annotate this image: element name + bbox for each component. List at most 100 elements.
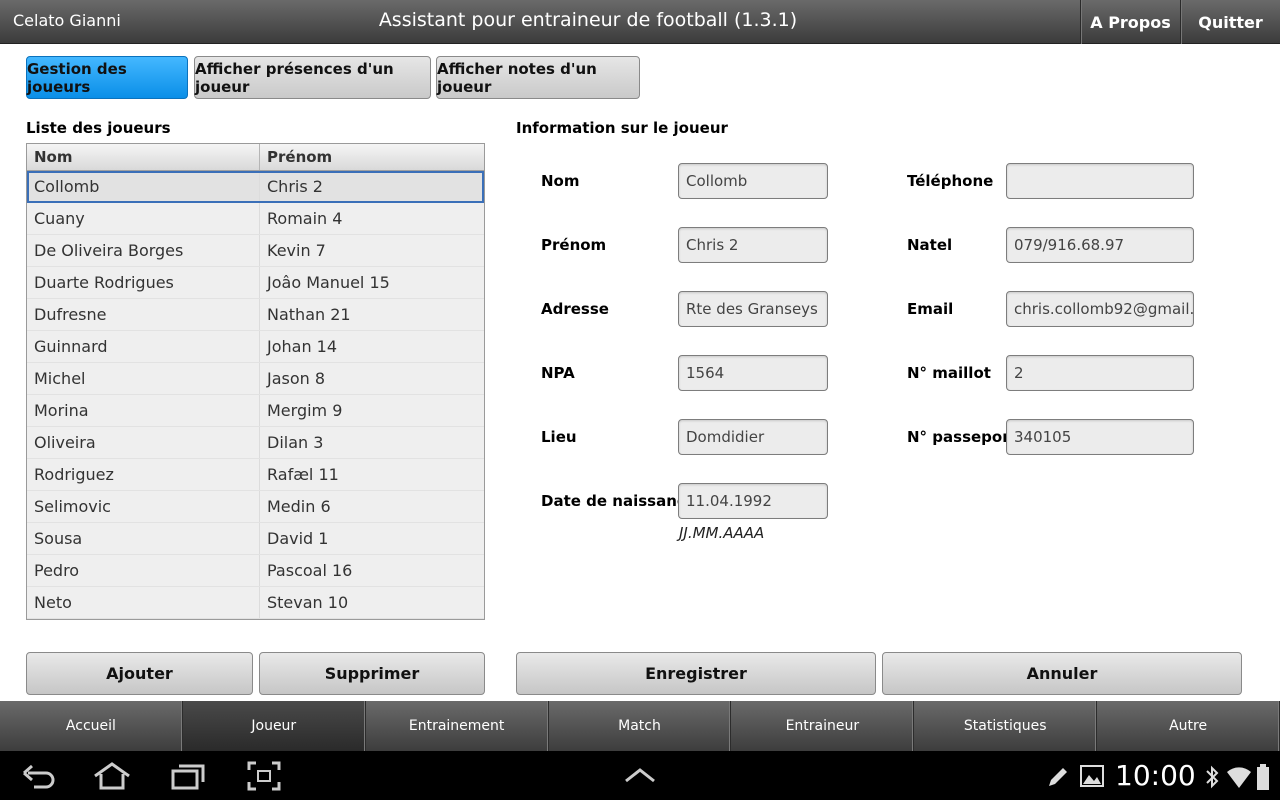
cell-nom: Duarte Rodrigues [27,267,260,298]
maillot-label: N° maillot [907,364,991,382]
table-row[interactable]: Dufresne Nathan 21 [27,299,484,331]
cell-nom: Pedro [27,555,260,586]
cancel-button[interactable]: Annuler [882,652,1242,695]
table-row[interactable]: Collomb Chris 2 [27,171,484,203]
nav-joueur[interactable]: Joueur [182,701,366,751]
tab-gestion-joueurs[interactable]: Gestion des joueurs [26,56,188,99]
nav-entraineur[interactable]: Entraineur [731,701,915,751]
natel-label: Natel [907,236,953,254]
naissance-field[interactable]: 11.04.1992 [678,483,828,519]
table-row[interactable]: Sousa David 1 [27,523,484,555]
system-bar: 10:00 [0,751,1280,800]
user-name: Celato Gianni [13,11,121,30]
table-row[interactable]: Rodriguez Rafæl 11 [27,459,484,491]
email-label: Email [907,300,954,318]
battery-icon [1257,764,1269,790]
npa-field[interactable]: 1564 [678,355,828,391]
table-row[interactable]: Neto Stevan 10 [27,587,484,619]
cell-prenom: Jason 8 [267,369,326,388]
about-button[interactable]: A Propos [1080,0,1180,44]
home-icon[interactable] [92,761,132,791]
recent-apps-icon[interactable] [170,761,206,791]
naissance-label: Date de naissance [541,492,696,510]
cell-nom: Cuany [27,203,260,234]
cell-nom: Oliveira [27,427,260,458]
quit-button[interactable]: Quitter [1180,0,1280,44]
player-table: Nom Prénom Collomb Chris 2 Cuany Romain 4 … [26,143,485,620]
chevron-up-icon[interactable] [624,767,656,783]
column-header-nom[interactable]: Nom [27,144,260,170]
wifi-icon [1227,767,1251,788]
screenshot-icon[interactable] [247,761,281,791]
bottom-nav: Accueil Joueur Entrainement Match Entrai… [0,701,1280,751]
telephone-field[interactable] [1006,163,1194,199]
table-row[interactable]: Cuany Romain 4 [27,203,484,235]
cell-nom: Rodriguez [27,459,260,490]
tab-notes-joueur[interactable]: Afficher notes d'un joueur [436,56,640,99]
nom-field[interactable]: Collomb [678,163,828,199]
cell-nom: Morina [27,395,260,426]
nav-statistiques[interactable]: Statistiques [914,701,1098,751]
table-header: Nom Prénom [27,144,484,171]
cell-prenom: Mergim 9 [267,401,343,420]
app-title: Assistant pour entraineur de football (1… [378,9,798,31]
add-player-button[interactable]: Ajouter [26,652,253,695]
tab-presences-joueur[interactable]: Afficher présences d'un joueur [194,56,431,99]
cell-nom: Michel [27,363,260,394]
natel-field[interactable]: 079/916.68.97 [1006,227,1194,263]
table-row[interactable]: Guinnard Johan 14 [27,331,484,363]
nav-accueil[interactable]: Accueil [0,701,183,751]
cell-nom: Selimovic [27,491,260,522]
email-field[interactable]: chris.collomb92@gmail.com [1006,291,1194,327]
telephone-label: Téléphone [907,172,994,190]
maillot-field[interactable]: 2 [1006,355,1194,391]
cell-prenom: Stevan 10 [267,593,349,612]
table-row[interactable]: De Oliveira Borges Kevin 7 [27,235,484,267]
cell-prenom: David 1 [267,529,329,548]
cell-nom: Sousa [27,523,260,554]
table-row[interactable]: Selimovic Medin 6 [27,491,484,523]
bluetooth-icon [1206,765,1219,789]
adresse-label: Adresse [541,300,609,318]
prenom-field[interactable]: Chris 2 [678,227,828,263]
title-bar: Celato Gianni Assistant pour entraineur … [0,0,1280,44]
passeport-label: N° passeport [907,428,1017,446]
cell-prenom: Romain 4 [267,209,343,228]
cell-nom: Neto [27,587,260,618]
nav-entrainement[interactable]: Entrainement [366,701,549,751]
adresse-field[interactable]: Rte des Granseys [678,291,828,327]
table-row[interactable]: Pedro Pascoal 16 [27,555,484,587]
cell-prenom: Nathan 21 [267,305,351,324]
cell-nom: De Oliveira Borges [27,235,260,266]
prenom-label: Prénom [541,236,607,254]
cell-prenom: Medin 6 [267,497,331,516]
player-list-label: Liste des joueurs [26,119,171,137]
column-header-prenom[interactable]: Prénom [260,144,332,170]
table-row[interactable]: Oliveira Dilan 3 [27,427,484,459]
player-info-label: Information sur le joueur [516,119,728,137]
passeport-field[interactable]: 340105 [1006,419,1194,455]
table-row[interactable]: Duarte Rodrigues Joâo Manuel 15 [27,267,484,299]
delete-player-button[interactable]: Supprimer [259,652,485,695]
back-icon[interactable] [22,761,56,791]
cell-prenom: Chris 2 [267,177,323,196]
npa-label: NPA [541,364,575,382]
cell-prenom: Rafæl 11 [267,465,339,484]
clock: 10:00 [1115,759,1196,792]
date-format-hint: JJ.MM.AAAA [679,524,765,542]
nav-match[interactable]: Match [549,701,732,751]
image-icon [1080,765,1104,787]
cell-prenom: Johan 14 [267,337,338,356]
nom-label: Nom [541,172,580,190]
cell-nom: Collomb [27,171,260,202]
table-row[interactable]: Morina Mergim 9 [27,395,484,427]
lieu-label: Lieu [541,428,577,446]
cell-nom: Dufresne [27,299,260,330]
cell-prenom: Pascoal 16 [267,561,353,580]
cell-nom: Guinnard [27,331,260,362]
lieu-field[interactable]: Domdidier [678,419,828,455]
table-row[interactable]: Michel Jason 8 [27,363,484,395]
save-button[interactable]: Enregistrer [516,652,876,695]
cell-prenom: Dilan 3 [267,433,324,452]
nav-autre[interactable]: Autre [1097,701,1280,751]
